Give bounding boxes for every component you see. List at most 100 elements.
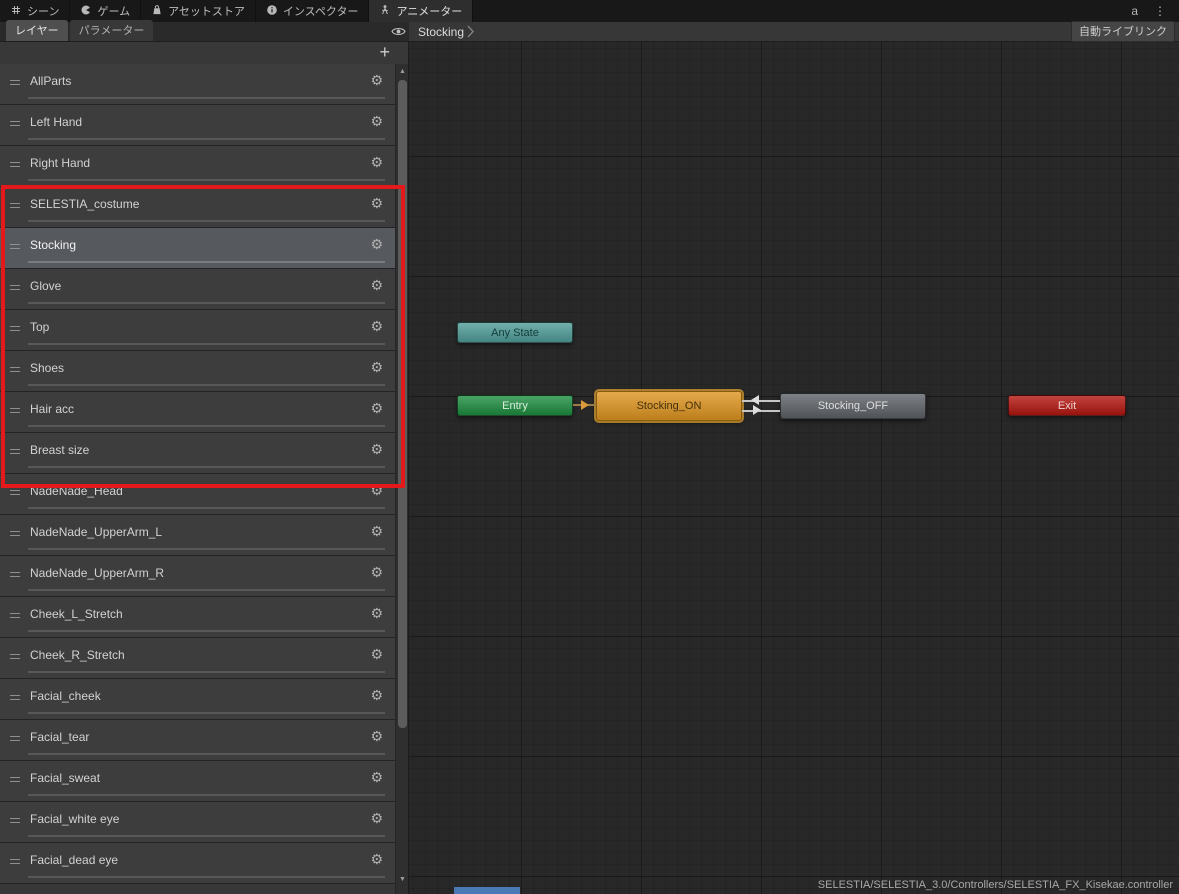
layer-settings-gear-icon[interactable]: ⚙: [370, 359, 383, 376]
layer-row[interactable]: NadeNade_Head ⚙: [0, 474, 395, 515]
layer-row[interactable]: Shoes ⚙: [0, 351, 395, 392]
drag-handle-icon[interactable]: [10, 121, 20, 126]
transition-off-to-on[interactable]: [742, 400, 780, 402]
layer-settings-gear-icon[interactable]: ⚙: [370, 810, 383, 827]
drag-handle-icon[interactable]: [10, 613, 20, 618]
tab-inspector[interactable]: インスペクター: [256, 0, 370, 22]
layer-settings-gear-icon[interactable]: ⚙: [370, 646, 383, 663]
layer-settings-gear-icon[interactable]: ⚙: [370, 769, 383, 786]
node-any-state[interactable]: Any State: [457, 322, 573, 343]
layer-settings-gear-icon[interactable]: ⚙: [370, 441, 383, 458]
layer-row[interactable]: Top ⚙: [0, 310, 395, 351]
tab-game[interactable]: ゲーム: [70, 0, 142, 22]
layer-weight-slider[interactable]: [28, 835, 385, 837]
drag-handle-icon[interactable]: [10, 572, 20, 577]
layer-settings-gear-icon[interactable]: ⚙: [370, 605, 383, 622]
layer-row[interactable]: Right Hand ⚙: [0, 146, 395, 187]
tab-scene[interactable]: シーン: [0, 0, 71, 22]
transition-on-to-off[interactable]: [742, 410, 780, 412]
drag-handle-icon[interactable]: [10, 531, 20, 536]
layer-row[interactable]: Facial_cheek ⚙: [0, 679, 395, 720]
breadcrumb[interactable]: Stocking: [409, 25, 474, 39]
layer-row[interactable]: Facial_white eye ⚙: [0, 802, 395, 843]
layer-weight-slider[interactable]: [28, 343, 385, 345]
drag-handle-icon[interactable]: [10, 736, 20, 741]
layer-settings-gear-icon[interactable]: ⚙: [370, 523, 383, 540]
layer-settings-gear-icon[interactable]: ⚙: [370, 154, 383, 171]
drag-handle-icon[interactable]: [10, 777, 20, 782]
layer-row[interactable]: Stocking ⚙: [0, 228, 395, 269]
layer-row[interactable]: NadeNade_UpperArm_R ⚙: [0, 556, 395, 597]
layer-weight-slider[interactable]: [28, 794, 385, 796]
tab-animator[interactable]: アニメーター: [369, 0, 474, 22]
drag-handle-icon[interactable]: [10, 695, 20, 700]
scroll-down-icon[interactable]: ▼: [396, 874, 408, 886]
layer-weight-slider[interactable]: [28, 261, 385, 263]
layer-weight-slider[interactable]: [28, 671, 385, 673]
layer-weight-slider[interactable]: [28, 876, 385, 878]
drag-handle-icon[interactable]: [10, 285, 20, 290]
layer-weight-slider[interactable]: [28, 302, 385, 304]
eye-icon[interactable]: [391, 21, 406, 41]
layer-weight-slider[interactable]: [28, 630, 385, 632]
layer-row[interactable]: Facial_tear ⚙: [0, 720, 395, 761]
layer-settings-gear-icon[interactable]: ⚙: [370, 482, 383, 499]
layer-row[interactable]: Left Hand ⚙: [0, 105, 395, 146]
layer-row[interactable]: AllParts ⚙: [0, 64, 395, 105]
layer-settings-gear-icon[interactable]: ⚙: [370, 236, 383, 253]
layer-weight-slider[interactable]: [28, 138, 385, 140]
layer-row[interactable]: Cheek_R_Stretch ⚙: [0, 638, 395, 679]
drag-handle-icon[interactable]: [10, 408, 20, 413]
layer-weight-slider[interactable]: [28, 384, 385, 386]
layer-settings-gear-icon[interactable]: ⚙: [370, 72, 383, 89]
layer-weight-slider[interactable]: [28, 507, 385, 509]
layer-weight-slider[interactable]: [28, 548, 385, 550]
layer-weight-slider[interactable]: [28, 753, 385, 755]
drag-handle-icon[interactable]: [10, 859, 20, 864]
layer-row[interactable]: Cheek_L_Stretch ⚙: [0, 597, 395, 638]
layer-row[interactable]: Hair acc ⚙: [0, 392, 395, 433]
layer-weight-slider[interactable]: [28, 425, 385, 427]
auto-live-link-button[interactable]: 自動ライブリンク: [1071, 21, 1175, 42]
context-menu-icon[interactable]: ⋮: [1147, 0, 1173, 22]
node-entry[interactable]: Entry: [457, 395, 573, 416]
layer-settings-gear-icon[interactable]: ⚙: [370, 687, 383, 704]
scroll-up-icon[interactable]: ▲: [396, 66, 408, 78]
layer-settings-gear-icon[interactable]: ⚙: [370, 851, 383, 868]
node-stocking-on[interactable]: Stocking_ON: [596, 391, 742, 421]
drag-handle-icon[interactable]: [10, 326, 20, 331]
layer-weight-slider[interactable]: [28, 466, 385, 468]
drag-handle-icon[interactable]: [10, 449, 20, 454]
layer-row[interactable]: SELESTIA_costume ⚙: [0, 187, 395, 228]
drag-handle-icon[interactable]: [10, 162, 20, 167]
node-exit[interactable]: Exit: [1008, 395, 1126, 416]
tab-layers[interactable]: レイヤー: [6, 20, 68, 41]
drag-handle-icon[interactable]: [10, 367, 20, 372]
layer-row[interactable]: NadeNade_UpperArm_L ⚙: [0, 515, 395, 556]
drag-handle-icon[interactable]: [10, 80, 20, 85]
tab-asset-store[interactable]: アセットストア: [141, 0, 256, 22]
layer-row[interactable]: Facial_dead eye ⚙: [0, 843, 395, 884]
layer-settings-gear-icon[interactable]: ⚙: [370, 400, 383, 417]
layer-row[interactable]: Glove ⚙: [0, 269, 395, 310]
drag-handle-icon[interactable]: [10, 818, 20, 823]
drag-handle-icon[interactable]: [10, 654, 20, 659]
layer-settings-gear-icon[interactable]: ⚙: [370, 113, 383, 130]
account-icon[interactable]: a: [1124, 0, 1145, 22]
drag-handle-icon[interactable]: [10, 490, 20, 495]
layer-settings-gear-icon[interactable]: ⚙: [370, 728, 383, 745]
node-stocking-off[interactable]: Stocking_OFF: [780, 393, 926, 419]
layer-row[interactable]: Facial_sweat ⚙: [0, 761, 395, 802]
drag-handle-icon[interactable]: [10, 203, 20, 208]
state-machine-canvas[interactable]: Any State Entry Stocking_ON Stocking_OFF…: [409, 42, 1179, 894]
layers-scrollbar[interactable]: ▲ ▼: [395, 64, 408, 894]
tab-parameters[interactable]: パラメーター: [69, 20, 154, 41]
drag-handle-icon[interactable]: [10, 244, 20, 249]
layer-settings-gear-icon[interactable]: ⚙: [370, 318, 383, 335]
layer-weight-slider[interactable]: [28, 179, 385, 181]
layer-settings-gear-icon[interactable]: ⚙: [370, 564, 383, 581]
scrollbar-thumb[interactable]: [398, 80, 407, 728]
layer-row[interactable]: Breast size ⚙: [0, 433, 395, 474]
layer-settings-gear-icon[interactable]: ⚙: [370, 277, 383, 294]
layer-weight-slider[interactable]: [28, 589, 385, 591]
